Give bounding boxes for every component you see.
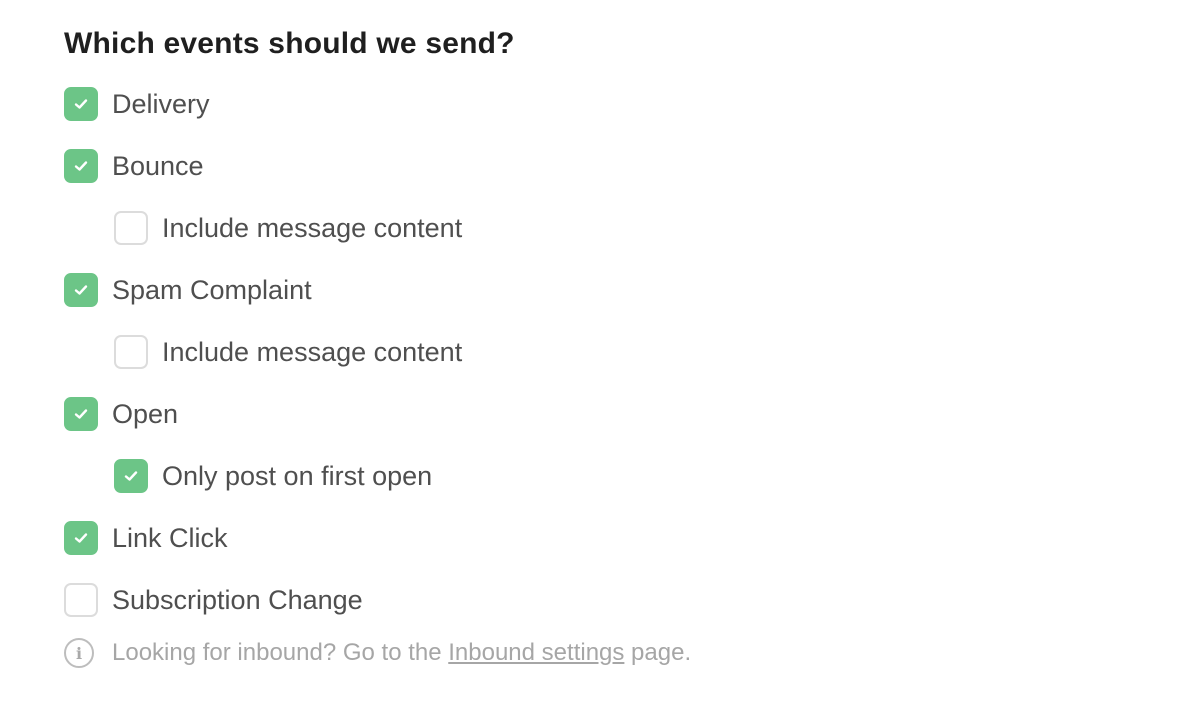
- open-first-only[interactable]: Only post on first open: [64, 458, 1198, 494]
- checkbox-label: Delivery: [112, 89, 210, 119]
- event-options: Delivery Bounce Include message content …: [64, 86, 1198, 618]
- event-subscription-change[interactable]: Subscription Change: [64, 582, 1198, 618]
- checkbox-label: Only post on first open: [162, 461, 433, 491]
- checkbox-label: Open: [112, 399, 179, 429]
- checkmark-icon: [74, 409, 88, 419]
- checkbox[interactable]: [64, 149, 98, 183]
- bounce-include-content[interactable]: Include message content: [64, 210, 1198, 246]
- checkbox[interactable]: [64, 87, 98, 121]
- event-link-click[interactable]: Link Click: [64, 520, 1198, 556]
- spam-include-content[interactable]: Include message content: [64, 334, 1198, 370]
- checkbox[interactable]: [64, 397, 98, 431]
- checkbox[interactable]: [114, 335, 148, 369]
- section-title: Which events should we send?: [64, 27, 515, 60]
- checkbox-label: Link Click: [112, 523, 228, 553]
- checkmark-icon: [74, 99, 88, 109]
- event-spam-complaint[interactable]: Spam Complaint: [64, 272, 1198, 308]
- checkbox[interactable]: [114, 459, 148, 493]
- inbound-note: i Looking for inbound? Go to the Inbound…: [64, 636, 1198, 670]
- event-open[interactable]: Open: [64, 396, 1198, 432]
- checkbox[interactable]: [114, 211, 148, 245]
- event-bounce[interactable]: Bounce: [64, 148, 1198, 184]
- checkbox-label: Subscription Change: [112, 585, 363, 615]
- checkbox-label: Spam Complaint: [112, 275, 312, 305]
- checkbox[interactable]: [64, 273, 98, 307]
- checkbox[interactable]: [64, 583, 98, 617]
- webhook-events-panel: Which events should we send? Delivery Bo…: [0, 0, 1198, 718]
- checkmark-icon: [74, 285, 88, 295]
- checkbox-label: Include message content: [162, 337, 463, 367]
- checkbox-label: Bounce: [112, 151, 204, 181]
- checkmark-icon: [74, 533, 88, 543]
- event-delivery[interactable]: Delivery: [64, 86, 1198, 122]
- checkmark-icon: [74, 161, 88, 171]
- inbound-settings-link[interactable]: Inbound settings: [448, 639, 624, 666]
- note-text: Looking for inbound? Go to the Inbound s…: [112, 639, 691, 667]
- note-prefix: Looking for inbound? Go to the: [112, 639, 449, 666]
- info-icon: i: [64, 638, 94, 668]
- checkmark-icon: [124, 471, 138, 481]
- checkbox[interactable]: [64, 521, 98, 555]
- checkbox-label: Include message content: [162, 213, 463, 243]
- note-suffix: page.: [624, 639, 692, 666]
